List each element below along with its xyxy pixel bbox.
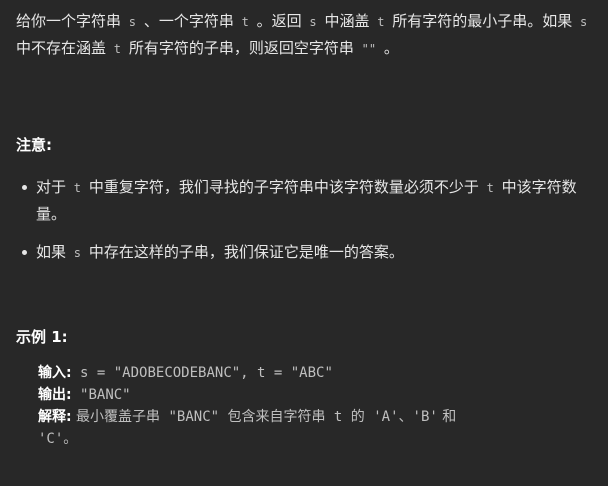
example-input-line: 输入: s = "ADOBECODEBANC", t = "ABC" <box>38 362 592 384</box>
inline-code-t: t <box>377 15 385 29</box>
intro-text: 所有字符的最小子串。如果 <box>392 12 573 30</box>
inline-code-empty-string: "" <box>361 42 377 56</box>
explanation-text: 最小覆盖子串 <box>71 409 161 425</box>
explanation-text: 。 <box>63 431 78 447</box>
inline-code-t: t <box>113 42 122 56</box>
note-text: 中存在这样的子串，我们保证它是唯一的答案。 <box>88 243 404 261</box>
example-code-block: 输入: s = "ADOBECODEBANC", t = "ABC" 输出: "… <box>16 362 592 450</box>
inline-code-t: t <box>241 15 249 29</box>
intro-text: 中不存在涵盖 <box>16 39 107 57</box>
explanation-label: 解释: <box>38 409 72 425</box>
explanation-code: 'C' <box>38 431 64 447</box>
notes-heading: 注意: <box>16 136 52 154</box>
explanation-text: 、 <box>398 409 413 425</box>
inline-code-t: t <box>73 181 82 195</box>
input-value: s = "ADOBECODEBANC", t = "ABC" <box>71 365 333 381</box>
explanation-code: 'A' <box>364 409 399 425</box>
list-item: 如果 s 中存在这样的子串，我们保证它是唯一的答案。 <box>22 239 592 266</box>
inline-code-s: s <box>128 15 137 29</box>
example-output-line: 输出: "BANC" <box>38 384 592 406</box>
explanation-code: 'B' <box>412 409 438 425</box>
intro-text: 给你一个字符串 <box>16 12 122 30</box>
example-heading: 示例 1: <box>16 328 68 346</box>
explanation-text: 包含来自字符串 <box>227 409 326 425</box>
example-explanation-line: 解释: 最小覆盖子串 "BANC" 包含来自字符串 t 的 'A'、'B' 和 … <box>38 406 592 450</box>
inline-code-s: s <box>580 15 588 29</box>
list-item: 对于 t 中重复字符，我们寻找的子字符串中该字符数量必须不少于 t 中该字符数量… <box>22 174 592 227</box>
note-text: 对于 <box>36 178 67 196</box>
intro-text: 、一个字符串 <box>143 12 234 30</box>
intro-text: 。返回 <box>256 12 302 30</box>
problem-description: 给你一个字符串 s 、一个字符串 t 。返回 s 中涵盖 t 所有字符的最小子串… <box>0 0 608 450</box>
input-label: 输入: <box>38 365 72 381</box>
inline-code-s: s <box>309 15 317 29</box>
explanation-code: "BANC" <box>160 409 228 425</box>
output-value: "BANC" <box>71 387 131 403</box>
explanation-text: 的 <box>350 409 365 425</box>
note-text: 中重复字符，我们寻找的子字符串中该字符数量必须不少于 <box>88 178 479 196</box>
intro-text: 中涵盖 <box>324 12 370 30</box>
intro-text: 所有字符的子串，则返回空字符串 <box>128 39 354 57</box>
intro-paragraph: 给你一个字符串 s 、一个字符串 t 。返回 s 中涵盖 t 所有字符的最小子串… <box>16 8 592 62</box>
output-label: 输出: <box>38 387 72 403</box>
note-text: 如果 <box>36 243 67 261</box>
explanation-code: t <box>325 409 351 425</box>
intro-text: 。 <box>383 39 399 57</box>
explanation-text: 和 <box>437 409 457 425</box>
inline-code-s: s <box>73 246 82 260</box>
notes-list: 对于 t 中重复字符，我们寻找的子字符串中该字符数量必须不少于 t 中该字符数量… <box>16 174 592 266</box>
inline-code-t: t <box>486 181 494 195</box>
